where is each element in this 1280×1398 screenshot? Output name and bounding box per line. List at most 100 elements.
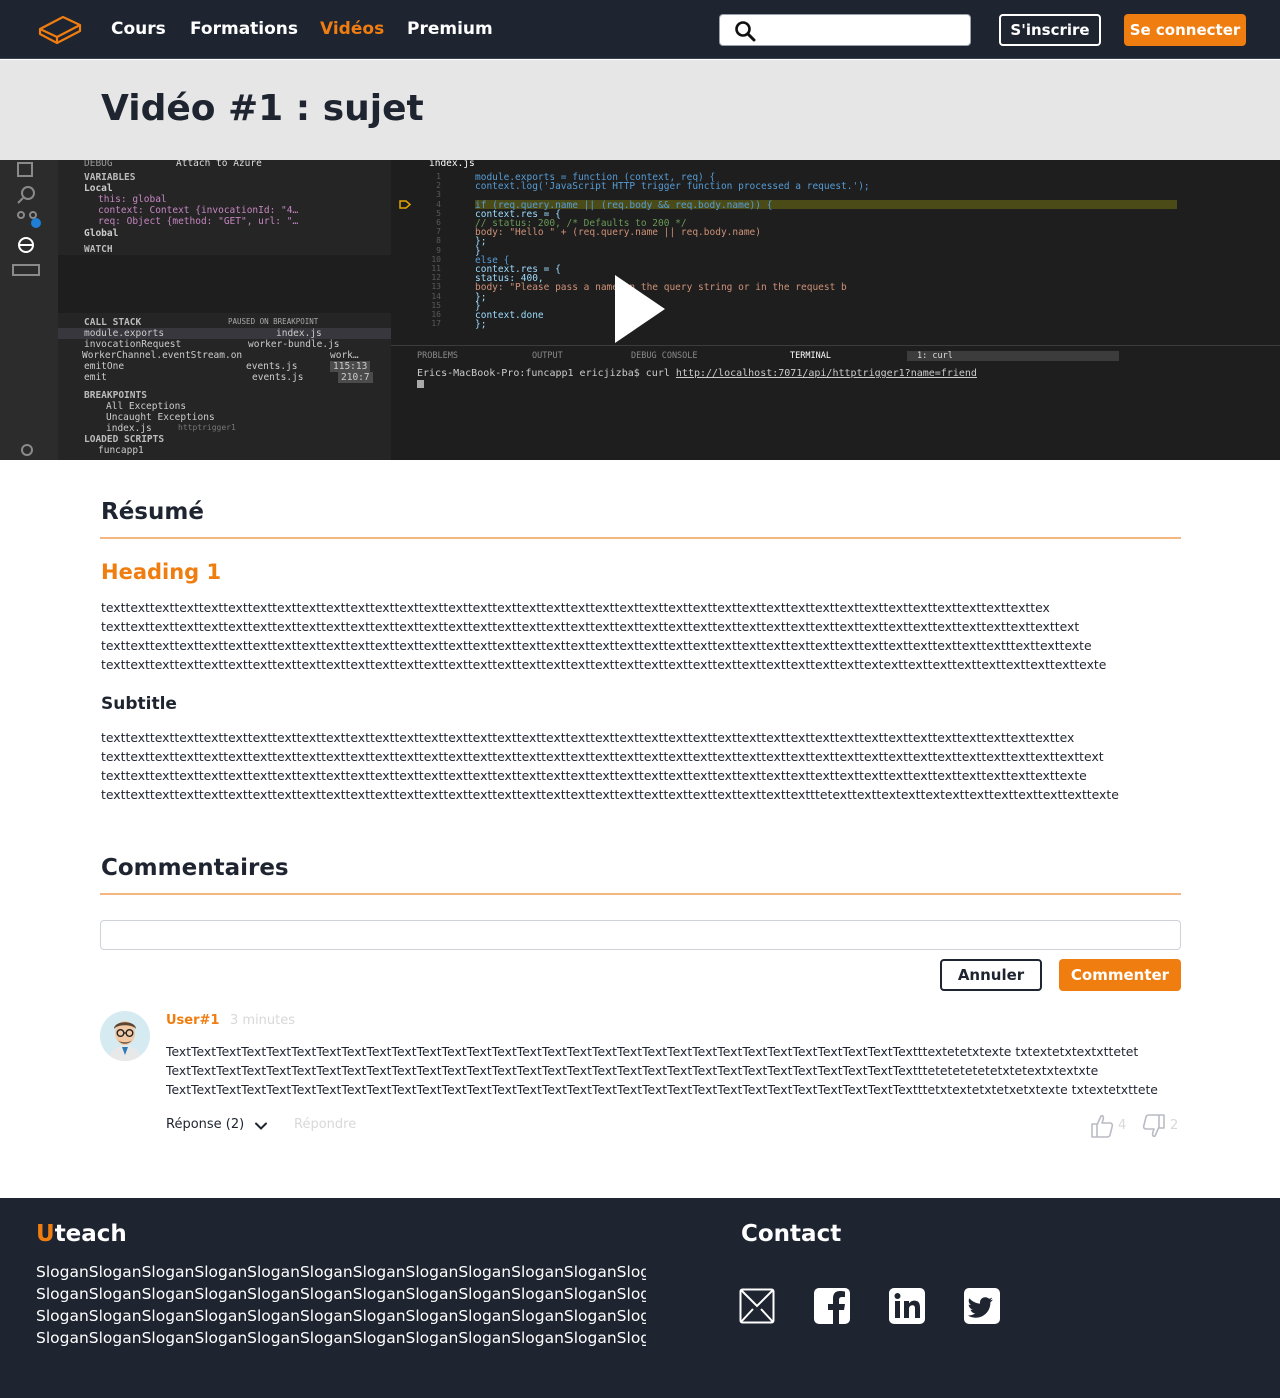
comment-text: TextTextTextTextTextTextTextTextTextText… bbox=[166, 1042, 1178, 1099]
terminal-panel: PROBLEMS OUTPUT DEBUG CONSOLE TERMINAL 1… bbox=[391, 345, 1280, 460]
comment-username[interactable]: User#1 bbox=[166, 1013, 219, 1028]
line-number: 13 bbox=[431, 282, 441, 292]
code-line: 4 if (req.query.name || (req.body && req… bbox=[391, 199, 1280, 211]
bp-all-exceptions: All Exceptions bbox=[106, 401, 187, 412]
local-scope: Local bbox=[84, 183, 113, 194]
debug-config-select: Attach to Azure bbox=[176, 160, 262, 169]
code-line: 14 }; bbox=[391, 292, 1280, 303]
search-box[interactable] bbox=[719, 14, 971, 46]
search-icon[interactable] bbox=[734, 20, 756, 42]
page-title: Vidéo #1 : sujet bbox=[101, 88, 424, 129]
paragraph-line: texttexttexttexttexttexttexttexttexttext… bbox=[101, 657, 1107, 672]
line-number: 4 bbox=[436, 199, 441, 209]
line-number: 10 bbox=[431, 254, 441, 264]
code-text: }; bbox=[475, 319, 487, 331]
line-number: 3 bbox=[436, 190, 441, 200]
tab-problems: PROBLEMS bbox=[417, 351, 458, 361]
login-button[interactable]: Se connecter bbox=[1124, 14, 1246, 46]
chevron-down-icon[interactable] bbox=[254, 1119, 268, 1133]
line-number: 2 bbox=[436, 181, 441, 191]
tab-output: OUTPUT bbox=[532, 351, 563, 361]
footer-slogan: SloganSloganSloganSloganSloganSloganSlog… bbox=[36, 1261, 646, 1349]
line-number: 15 bbox=[431, 300, 441, 310]
cancel-button[interactable]: Annuler bbox=[940, 959, 1042, 991]
user-avatar-icon bbox=[100, 1011, 150, 1061]
slogan-line: SloganSloganSloganSloganSloganSloganSlog… bbox=[36, 1263, 646, 1281]
paragraph-line: texttexttexttexttexttexttexttexttexttext… bbox=[101, 638, 1092, 653]
comment-line: TextTextTextTextTextTextTextTextTextText… bbox=[166, 1082, 1158, 1097]
settings-gear-icon bbox=[21, 444, 33, 456]
dislikes-count: 2 bbox=[1170, 1118, 1179, 1133]
debug-icon bbox=[18, 237, 34, 253]
contact-title: Contact bbox=[741, 1221, 842, 1247]
stack-frame-5-file: events.js bbox=[252, 372, 304, 383]
submit-comment-button[interactable]: Commenter bbox=[1059, 959, 1181, 991]
nav-link-cours[interactable]: Cours bbox=[111, 19, 166, 39]
files-icon bbox=[17, 162, 33, 177]
resume-paragraph-2: texttexttexttexttexttexttexttexttexttext… bbox=[101, 728, 1176, 804]
bp-uncaught: Uncaught Exceptions bbox=[106, 412, 215, 423]
nav-link-videos[interactable]: Vidéos bbox=[320, 19, 384, 39]
code-line: 17}; bbox=[391, 319, 1280, 331]
footer-brand: Uteach bbox=[36, 1221, 127, 1247]
stack-frame-2-file: worker-bundle.js bbox=[248, 339, 340, 350]
signup-button[interactable]: S'inscrire bbox=[999, 14, 1101, 46]
brand-name: teach bbox=[54, 1221, 127, 1247]
facebook-icon[interactable] bbox=[814, 1288, 850, 1324]
thumbs-up-icon[interactable] bbox=[1090, 1113, 1114, 1139]
terminal-prompt: Erics-MacBook-Pro:funcapp1 ericjizba$ cu… bbox=[417, 368, 670, 379]
nav-link-formations[interactable]: Formations bbox=[190, 19, 298, 39]
book-logo-icon[interactable] bbox=[37, 13, 83, 47]
watch-header: WATCH bbox=[84, 244, 113, 255]
nav-link-premium[interactable]: Premium bbox=[407, 19, 493, 39]
slogan-line: SloganSloganSloganSloganSloganSloganSlog… bbox=[36, 1329, 646, 1347]
code-line: 12 status: 400, bbox=[391, 273, 1280, 284]
mail-icon[interactable] bbox=[739, 1288, 775, 1324]
video-player[interactable]: DEBUG Attach to Azure VARIABLES Local th… bbox=[0, 160, 1280, 460]
paragraph-line: texttexttexttexttexttexttexttexttexttext… bbox=[101, 749, 1104, 764]
loaded-scripts-header: LOADED SCRIPTS bbox=[84, 434, 165, 445]
comment-line: TextTextTextTextTextTextTextTextTextText… bbox=[166, 1044, 1139, 1059]
var-context: context: Context {invocationId: "4… bbox=[98, 205, 299, 216]
comment-timestamp: 3 minutes bbox=[230, 1013, 296, 1028]
variables-header: VARIABLES bbox=[84, 172, 136, 183]
content-heading: Heading 1 bbox=[101, 560, 222, 584]
editor-tab: index.js bbox=[429, 160, 475, 169]
line-number: 1 bbox=[436, 172, 441, 181]
code-line: 8 }; bbox=[391, 236, 1280, 247]
source-control-icon bbox=[17, 211, 41, 228]
reply-button[interactable]: Répondre bbox=[294, 1117, 356, 1132]
tab-debug-console: DEBUG CONSOLE bbox=[631, 351, 698, 361]
resume-paragraph-1: texttexttexttexttexttexttexttexttexttext… bbox=[101, 598, 1176, 674]
line-number: 16 bbox=[431, 310, 441, 319]
comment-input[interactable] bbox=[100, 920, 1181, 950]
top-navbar: Cours Formations Vidéos Premium S'inscri… bbox=[0, 0, 1280, 59]
search-input[interactable] bbox=[760, 19, 960, 41]
code-line: 9 } bbox=[391, 246, 1280, 257]
code-line: 15 } bbox=[391, 300, 1280, 312]
resume-divider bbox=[100, 537, 1181, 539]
tab-terminal: TERMINAL bbox=[790, 351, 831, 361]
code-line: 7 body: "Hello " + (req.query.name || re… bbox=[391, 227, 1280, 238]
line-number: 5 bbox=[436, 208, 441, 218]
likes-count: 4 bbox=[1118, 1118, 1127, 1133]
comment-line: TextTextTextTextTextTextTextTextTextText… bbox=[166, 1063, 1099, 1078]
debug-label: DEBUG bbox=[84, 160, 113, 169]
var-this: this: global bbox=[98, 194, 167, 205]
slogan-line: SloganSloganSloganSloganSloganSloganSlog… bbox=[36, 1285, 646, 1303]
linkedin-icon[interactable] bbox=[889, 1288, 925, 1324]
stack-frame-1: module.exports bbox=[84, 328, 165, 339]
slogan-line: SloganSloganSloganSloganSloganSloganSlog… bbox=[36, 1307, 646, 1325]
call-stack-header: CALL STACK bbox=[84, 317, 142, 328]
thumbs-down-icon[interactable] bbox=[1142, 1113, 1166, 1139]
extensions-icon bbox=[12, 264, 40, 276]
avatar[interactable] bbox=[100, 1011, 150, 1061]
code-line: 3 bbox=[391, 190, 1280, 199]
title-band: Vidéo #1 : sujet bbox=[0, 60, 1280, 160]
brand-initial: U bbox=[36, 1221, 55, 1247]
line-number: 11 bbox=[431, 264, 441, 273]
play-icon[interactable] bbox=[612, 272, 668, 346]
terminal-line: Erics-MacBook-Pro:funcapp1 ericjizba$ cu… bbox=[417, 368, 977, 379]
twitter-icon[interactable] bbox=[964, 1288, 1000, 1324]
replies-toggle[interactable]: Réponse (2) bbox=[166, 1117, 244, 1132]
